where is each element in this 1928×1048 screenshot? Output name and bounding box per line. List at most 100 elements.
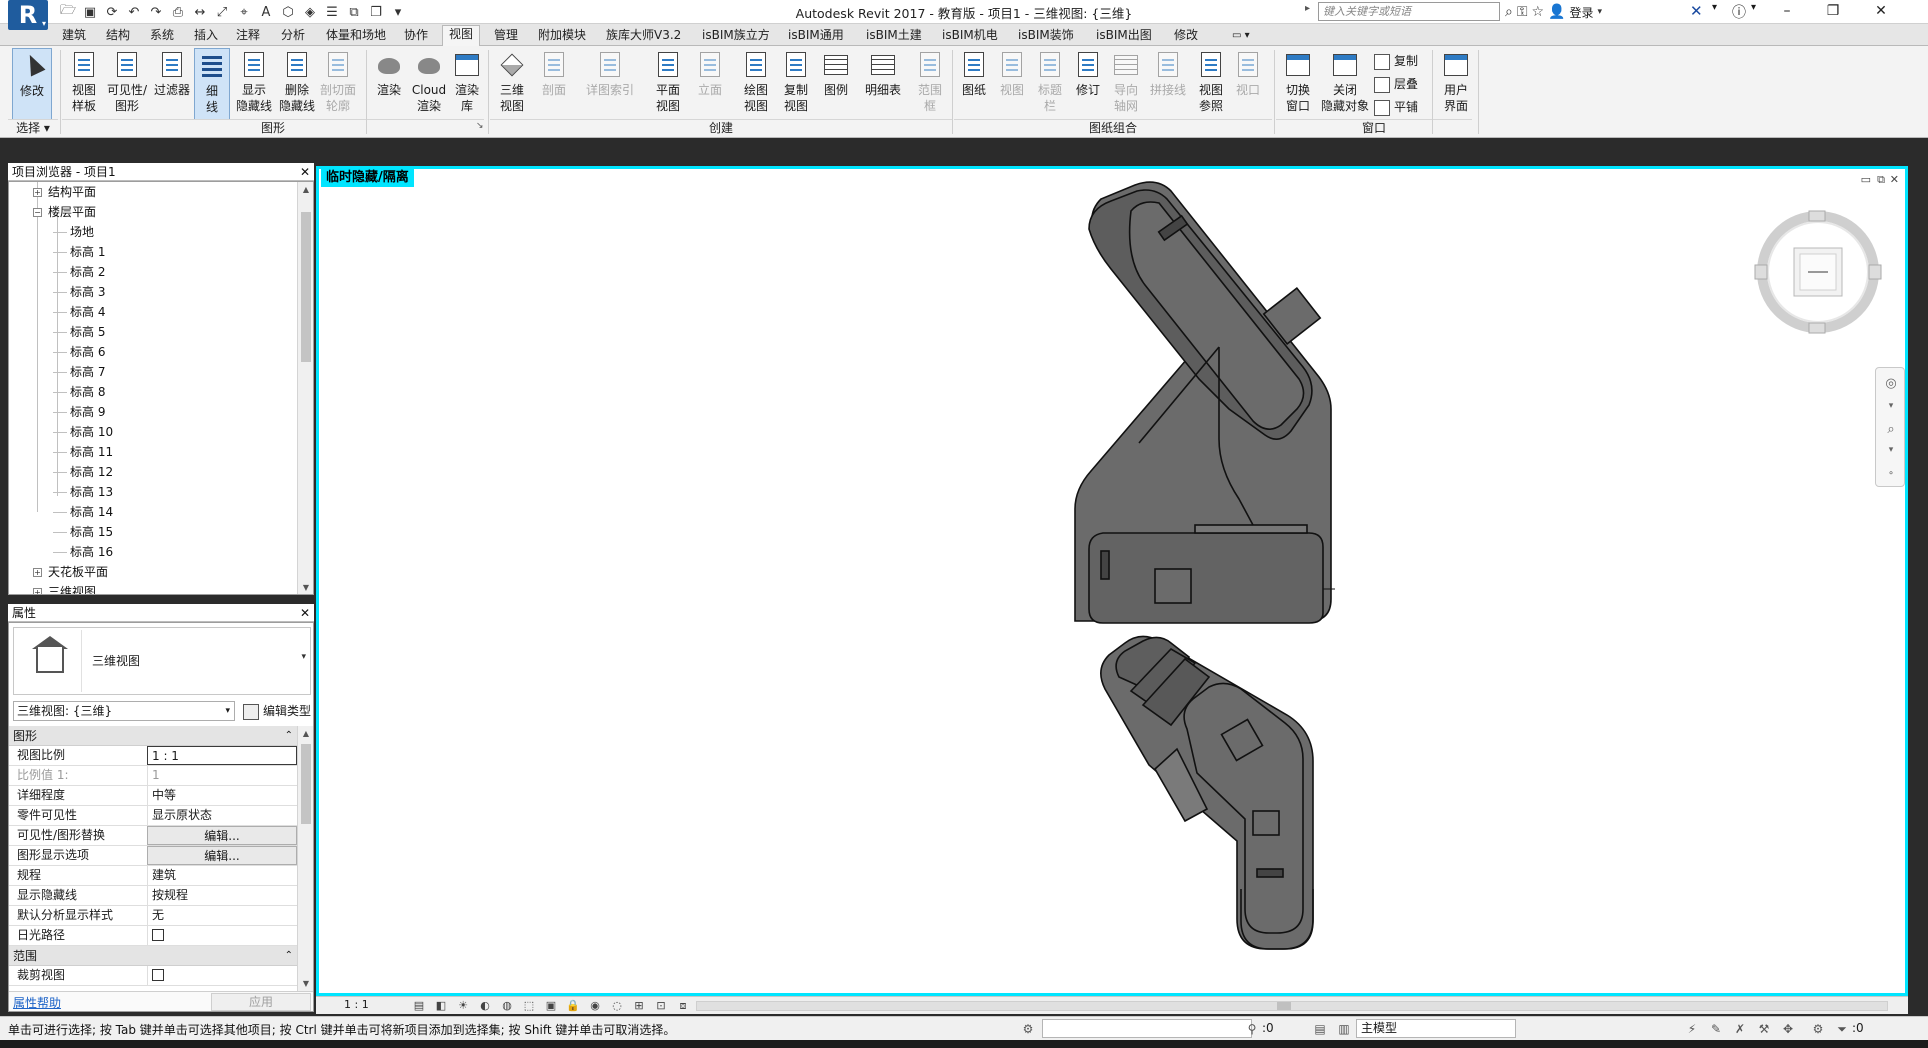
panel-select-label[interactable]: 选择 ▾ xyxy=(8,119,58,136)
guide-grid-button[interactable]: 导向 轴网 xyxy=(1108,48,1144,120)
instance-filter-select[interactable]: 三维视图: {三维} ▾ xyxy=(13,701,235,721)
sun-path-icon[interactable]: ☀ xyxy=(456,999,470,1013)
chevron-down-icon[interactable]: ▾ xyxy=(1881,440,1901,460)
shadows-icon[interactable]: ◐ xyxy=(478,999,492,1013)
zoom-icon[interactable]: ⌕ xyxy=(1881,420,1901,440)
tab-analyze[interactable]: 分析 xyxy=(275,27,311,46)
apply-button[interactable]: 应用 xyxy=(211,993,311,1011)
property-value[interactable]: 无 xyxy=(147,906,297,925)
star-icon[interactable]: ☆ xyxy=(1532,4,1545,20)
browser-tree-item[interactable]: 标高 15 xyxy=(53,522,113,542)
close-hidden-icon[interactable]: ⧉ xyxy=(344,2,364,22)
property-section-header[interactable]: 图形 ⌃ xyxy=(9,726,299,746)
browser-tree-item[interactable]: 标高 9 xyxy=(53,402,105,422)
view-scale[interactable]: 1 : 1 xyxy=(344,998,369,1011)
select-pinned-icon[interactable]: ✗ xyxy=(1732,1021,1748,1037)
redo-icon[interactable]: ↷ xyxy=(146,2,166,22)
cascade-button[interactable]: 层叠 xyxy=(1374,73,1418,95)
reveal-hidden-icon[interactable]: ◌ xyxy=(610,999,624,1013)
sheet-button[interactable]: 图纸 xyxy=(956,48,992,120)
cut-profile-button[interactable]: 剖切面 轮廓 xyxy=(318,48,358,120)
thin-lines-button[interactable]: 细 线 xyxy=(194,48,230,120)
background-processes-icon[interactable]: ⚙ xyxy=(1810,1021,1826,1037)
analytical-model-icon[interactable]: ⊡ xyxy=(654,999,668,1013)
title-block-button[interactable]: 标题 栏 xyxy=(1032,48,1068,120)
edit-type-button[interactable]: 编辑类型 xyxy=(241,701,311,721)
chevron-down-icon[interactable]: ▾ xyxy=(1598,7,1603,17)
viewports-button[interactable]: 视口 xyxy=(1232,48,1264,120)
collapse-icon[interactable]: − xyxy=(33,208,42,217)
matchline-button[interactable]: 拼接线 xyxy=(1146,48,1190,120)
drafting-view-button[interactable]: 绘图 视图 xyxy=(736,48,776,120)
browser-tree-item[interactable]: 标高 3 xyxy=(53,282,105,302)
user-icon[interactable]: 👤 xyxy=(1548,4,1565,20)
select-links-icon[interactable]: ⚡ xyxy=(1684,1021,1700,1037)
worksets-icon[interactable]: ⚙ xyxy=(1020,1021,1036,1037)
tag-icon[interactable]: ⌖ xyxy=(234,2,254,22)
render-button[interactable]: 渲染 xyxy=(370,48,408,120)
properties-help-link[interactable]: 属性帮助 xyxy=(13,994,61,1011)
browser-tree-item[interactable]: 标高 5 xyxy=(53,322,105,342)
ribbon-minimize-icon[interactable]: ▭ ▾ xyxy=(1226,27,1256,46)
tab-collaborate[interactable]: 协作 xyxy=(398,27,434,46)
tab-isbim-decor[interactable]: isBIM装饰 xyxy=(1012,27,1080,46)
tab-addins[interactable]: 附加模块 xyxy=(532,27,592,46)
duplicate-view-button[interactable]: 复制 视图 xyxy=(776,48,816,120)
text-icon[interactable]: A xyxy=(256,2,276,22)
undo-icon[interactable]: ↶ xyxy=(124,2,144,22)
detail-level-icon[interactable]: ▤ xyxy=(412,999,426,1013)
place-view-button[interactable]: 视图 xyxy=(994,48,1030,120)
cloud-render-button[interactable]: Cloud 渲染 xyxy=(408,48,450,120)
browser-tree-item[interactable]: − 楼层平面 xyxy=(33,202,96,222)
thin-lines-icon[interactable]: ☰ xyxy=(322,2,342,22)
tab-manage[interactable]: 管理 xyxy=(488,27,524,46)
drag-elements-icon[interactable]: ✥ xyxy=(1780,1021,1796,1037)
chevron-down-icon[interactable]: ▾ xyxy=(1751,2,1756,13)
exclude-options-icon[interactable]: ▥ xyxy=(1336,1021,1352,1037)
properties-scrollbar[interactable]: ▲ ▼ xyxy=(297,726,313,992)
browser-tree-item[interactable]: 标高 4 xyxy=(53,302,105,322)
tab-annotate[interactable]: 注释 xyxy=(230,27,266,46)
select-underlay-icon[interactable]: ✎ xyxy=(1708,1021,1724,1037)
panel-expand-icon[interactable]: ↘ xyxy=(476,121,484,131)
render-gallery-button[interactable]: 渲染 库 xyxy=(450,48,484,120)
view-template-button[interactable]: 视图 样板 xyxy=(64,48,104,120)
viewcube[interactable] xyxy=(1753,207,1883,337)
show-crop-icon[interactable]: ▣ xyxy=(544,999,558,1013)
property-value[interactable]: 1 : 1 xyxy=(147,746,297,765)
expand-icon[interactable]: + xyxy=(33,588,42,594)
browser-tree-item[interactable]: 标高 14 xyxy=(53,502,113,522)
browser-tree-item[interactable]: 标高 10 xyxy=(53,422,113,442)
constraints-icon[interactable]: ⧈ xyxy=(676,999,690,1013)
chevron-down-icon[interactable]: ▾ xyxy=(1712,2,1717,13)
tile-button[interactable]: 平铺 xyxy=(1374,96,1418,118)
tab-isbim-drawing[interactable]: isBIM出图 xyxy=(1090,27,1158,46)
tab-isbim-mep[interactable]: isBIM机电 xyxy=(936,27,1004,46)
model-canvas[interactable] xyxy=(319,169,1905,993)
user-interface-button[interactable]: 用户 界面 xyxy=(1436,48,1476,120)
property-value[interactable]: 建筑 xyxy=(147,866,297,885)
browser-scrollbar[interactable]: ▲ ▼ xyxy=(297,182,313,594)
visibility-graphics-button[interactable]: 可见性/ 图形 xyxy=(104,48,150,120)
hide-isolate-icon[interactable]: ◉ xyxy=(588,999,602,1013)
tab-systems[interactable]: 系统 xyxy=(144,27,180,46)
browser-tree-item[interactable]: 标高 6 xyxy=(53,342,105,362)
tab-modify[interactable]: 修改 xyxy=(1168,27,1204,46)
property-value[interactable]: 显示原状态 xyxy=(147,806,297,825)
schedules-button[interactable]: 明细表 xyxy=(862,48,904,120)
sync-icon[interactable]: ⟳ xyxy=(102,2,122,22)
print-icon[interactable]: ⎙ xyxy=(168,2,188,22)
show-hidden-lines-button[interactable]: 显示 隐藏线 xyxy=(234,48,274,120)
legend-button[interactable]: 图例 xyxy=(818,48,854,120)
design-options-icon[interactable]: ▤ xyxy=(1312,1021,1328,1037)
view-horizontal-scrollbar[interactable] xyxy=(696,1001,1888,1011)
tab-massing-site[interactable]: 体量和场地 xyxy=(320,27,392,46)
restore-view-icon[interactable]: ⧉ xyxy=(1877,173,1885,187)
filter-icon[interactable]: ⏷ xyxy=(1834,1021,1850,1037)
browser-tree-item[interactable]: 标高 2 xyxy=(53,262,105,282)
3d-view-button[interactable]: 三维 视图 xyxy=(492,48,532,120)
browser-tree-item[interactable]: 标高 8 xyxy=(53,382,105,402)
browser-tree-item[interactable]: 标高 7 xyxy=(53,362,105,382)
chevron-down-icon[interactable]: ▾ xyxy=(1881,396,1901,416)
property-checkbox[interactable] xyxy=(147,966,297,985)
